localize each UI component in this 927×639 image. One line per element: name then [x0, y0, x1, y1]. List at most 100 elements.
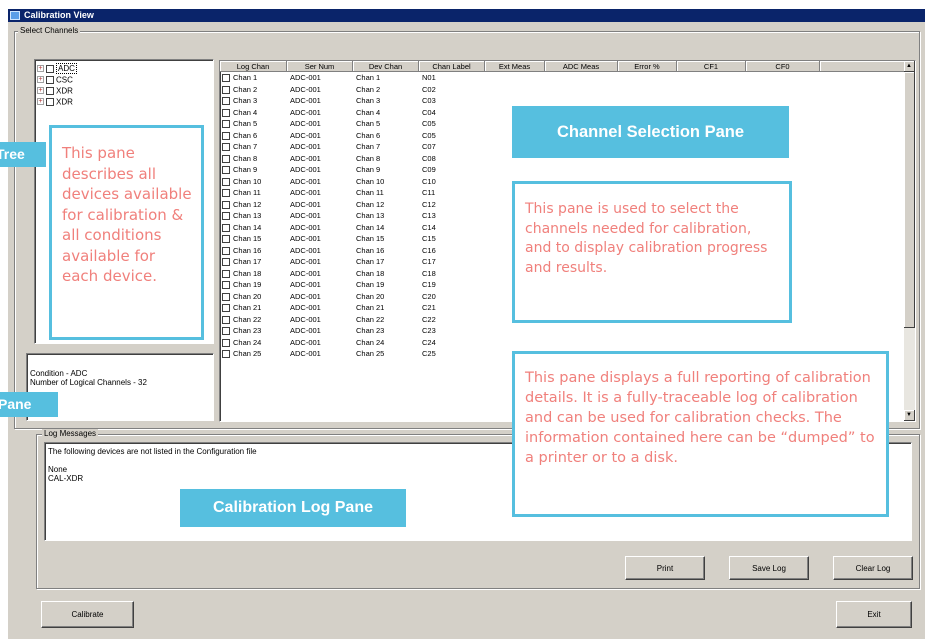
calibrate-button[interactable]: Calibrate [41, 601, 134, 628]
row-checkbox[interactable] [222, 189, 230, 197]
tree-checkbox[interactable] [46, 86, 54, 95]
expand-icon[interactable]: + [37, 76, 44, 84]
row-checkbox[interactable] [222, 315, 230, 324]
table-cell: C13 [422, 211, 436, 220]
table-cell: Chan 7 [233, 142, 258, 151]
column-header[interactable]: Dev Chan [353, 61, 419, 72]
table-cell: C18 [422, 268, 436, 278]
tree-checkbox[interactable] [46, 75, 54, 84]
row-checkbox[interactable] [222, 304, 230, 312]
table-cell: ADC-001 [290, 291, 321, 301]
table-cell: ADC-001 [290, 84, 321, 94]
scroll-up-icon[interactable]: ▲ [904, 61, 915, 72]
table-cell: Chan 6 [356, 130, 381, 140]
table-cell: Chan 15 [233, 234, 262, 243]
row-checkbox[interactable] [222, 258, 230, 266]
row-checkbox[interactable] [222, 74, 230, 82]
row-checkbox[interactable] [222, 350, 230, 358]
table-cell: Chan 20 [356, 291, 385, 301]
exit-button[interactable]: Exit [836, 601, 912, 628]
row-checkbox[interactable] [222, 235, 230, 243]
table-cell: ADC-001 [290, 349, 321, 358]
title-bar[interactable]: Calibration View [8, 9, 925, 22]
tree-item-label: XDR [56, 86, 73, 96]
row-checkbox[interactable] [222, 154, 230, 163]
logical-channels-text: Number of Logical Channels - 32 [30, 378, 147, 387]
row-checkbox[interactable] [222, 166, 230, 174]
expand-icon[interactable]: + [37, 98, 44, 106]
table-cell: C17 [422, 257, 436, 266]
tree-checkbox[interactable] [46, 97, 54, 106]
log-banner: Calibration Log Pane [180, 489, 406, 527]
table-row[interactable]: Chan 24 ADC-001 Chan 24 C24 [220, 338, 900, 348]
clear-log-button[interactable]: Clear Log [833, 556, 913, 580]
table-cell: C10 [422, 176, 436, 186]
table-cell: C02 [422, 84, 436, 94]
column-header[interactable]: Ext Meas [485, 61, 545, 72]
row-checkbox[interactable] [222, 292, 230, 301]
row-checkbox[interactable] [222, 143, 230, 151]
row-checkbox[interactable] [222, 269, 230, 278]
row-checkbox[interactable] [222, 97, 230, 105]
tree-item-xdr[interactable]: + XDR [37, 85, 73, 96]
column-header[interactable]: ADC Meas [545, 61, 618, 72]
table-cell: ADC-001 [290, 107, 321, 117]
column-header[interactable]: Chan Label [419, 61, 485, 72]
tree-item-adc[interactable]: + ADC [37, 63, 77, 75]
tree-item-csc[interactable]: + CSC [37, 74, 73, 85]
log-callout: This pane displays a full reporting of c… [512, 351, 889, 517]
expand-icon[interactable]: + [37, 65, 44, 73]
row-checkbox[interactable] [222, 108, 230, 117]
column-header[interactable]: Ser Num [287, 61, 353, 72]
tree-item-xdr-2[interactable]: + XDR [37, 96, 73, 107]
table-cell: Chan 19 [356, 280, 385, 289]
condition-text: Condition - ADC [30, 369, 88, 378]
column-header[interactable]: Error % [618, 61, 677, 72]
scroll-down-icon[interactable]: ▼ [904, 410, 915, 421]
row-checkbox[interactable] [222, 338, 230, 347]
table-row[interactable]: Chan 2 ADC-001 Chan 2 C02 [220, 85, 900, 95]
expand-icon[interactable]: + [37, 87, 44, 95]
table-cell: C04 [422, 107, 436, 117]
row-checkbox[interactable] [222, 212, 230, 220]
row-checkbox[interactable] [222, 85, 230, 94]
print-button[interactable]: Print [625, 556, 705, 580]
row-checkbox[interactable] [222, 177, 230, 186]
column-header[interactable]: CF0 [746, 61, 820, 72]
scroll-thumb[interactable] [904, 72, 915, 328]
row-checkbox[interactable] [222, 131, 230, 140]
column-header[interactable]: CF1 [677, 61, 746, 72]
table-scrollbar[interactable]: ▲ ▼ [904, 61, 915, 421]
table-cell: N01 [422, 73, 436, 82]
table-cell: C05 [422, 119, 436, 128]
row-checkbox[interactable] [222, 327, 230, 335]
tree-checkbox[interactable] [46, 64, 54, 73]
table-cell: Chan 12 [356, 199, 385, 209]
row-checkbox[interactable] [222, 223, 230, 232]
table-cell: C20 [422, 291, 436, 301]
info-banner: Pane [0, 392, 58, 417]
row-checkbox[interactable] [222, 281, 230, 289]
table-cell: ADC-001 [290, 303, 321, 312]
row-checkbox[interactable] [222, 246, 230, 255]
table-cell: ADC-001 [290, 176, 321, 186]
table-row[interactable]: Chan 23 ADC-001 Chan 23 C23 [220, 326, 900, 336]
table-cell: Chan 13 [356, 211, 385, 220]
table-cell: C11 [422, 188, 436, 197]
table-cell: ADC-001 [290, 119, 321, 128]
row-checkbox[interactable] [222, 120, 230, 128]
save-log-button[interactable]: Save Log [729, 556, 809, 580]
tree-item-label: XDR [56, 97, 73, 107]
table-row[interactable]: Chan 1 ADC-001 Chan 1 N01 [220, 73, 900, 83]
tree-callout: This pane describes all devices availabl… [49, 125, 204, 340]
table-cell: Chan 1 [233, 73, 258, 82]
table-row[interactable]: Chan 9 ADC-001 Chan 9 C09 [220, 165, 900, 175]
table-cell: C05 [422, 130, 436, 140]
column-header-filler [820, 61, 906, 72]
column-header[interactable]: Log Chan [220, 61, 287, 72]
table-cell: ADC-001 [290, 314, 321, 324]
table-cell: Chan 9 [233, 165, 258, 174]
row-checkbox[interactable] [222, 200, 230, 209]
table-row[interactable]: Chan 3 ADC-001 Chan 3 C03 [220, 96, 900, 106]
table-cell: C25 [422, 349, 436, 358]
